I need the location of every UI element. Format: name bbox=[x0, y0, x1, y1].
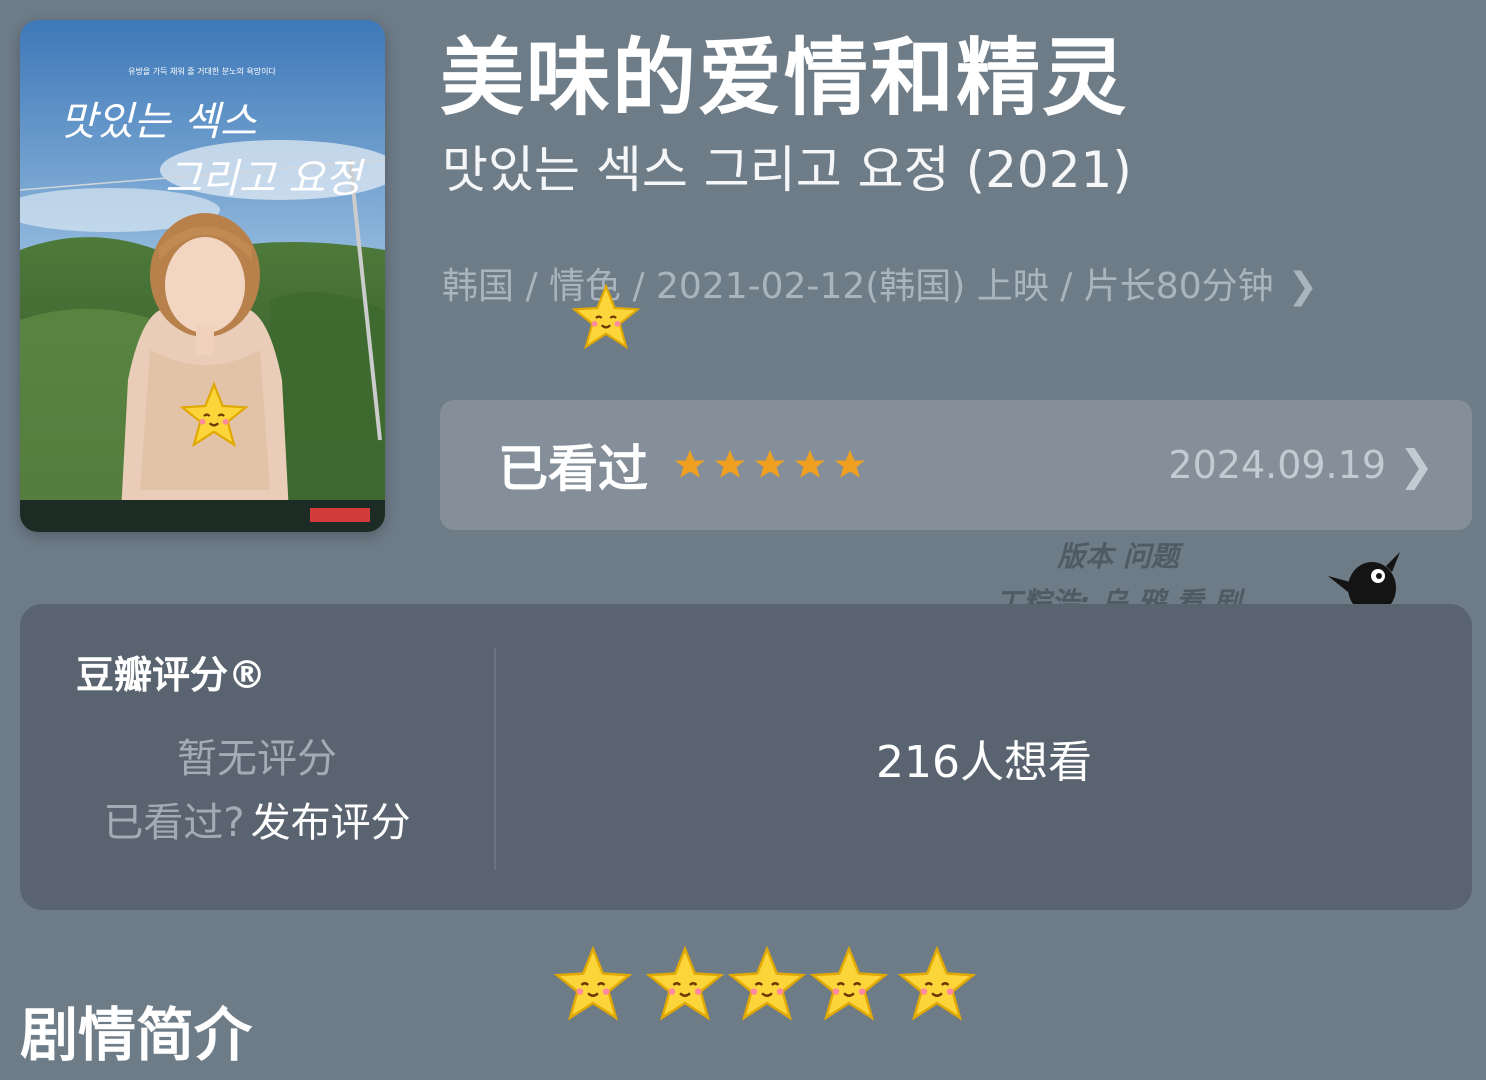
post-rating-row: 已看过? 发布评分 bbox=[20, 790, 494, 848]
star-icon bbox=[755, 450, 785, 478]
star-icon bbox=[795, 450, 825, 478]
star-face-sticker bbox=[809, 945, 889, 1021]
movie-title: 美味的爱情和精灵 bbox=[440, 29, 1129, 127]
watched-label: 已看过 bbox=[498, 440, 648, 498]
chevron-right-icon: ❯ bbox=[1287, 266, 1318, 307]
star-face-sticker bbox=[727, 945, 807, 1021]
watched-date: 2024.09.19 bbox=[1168, 443, 1386, 487]
watermark-line1: 版本 问题 bbox=[1057, 540, 1179, 573]
no-rating-text: 暂无评分 bbox=[177, 736, 337, 782]
watched-status-bar[interactable]: 已看过 2024.09.19 ❯ bbox=[440, 400, 1472, 530]
star-sticker-row bbox=[552, 944, 978, 1026]
movie-poster[interactable]: 유방을 가득 채워 줄 거대한 분노의 욕망이다 맛있는 섹스 그리고 요정 bbox=[20, 20, 385, 532]
star-icon bbox=[675, 450, 705, 478]
star-icon bbox=[835, 450, 865, 478]
rating-card: 豆瓣评分® 暂无评分 已看过? 发布评分 216人想看 bbox=[20, 604, 1472, 910]
wish-count[interactable]: 216人想看 bbox=[496, 726, 1472, 790]
watched-question: 已看过? bbox=[103, 800, 245, 846]
chevron-right-icon: ❯ bbox=[1398, 440, 1434, 490]
star-face-sticker bbox=[179, 381, 249, 448]
star-face-sticker bbox=[571, 283, 641, 350]
poster-title-line2: 그리고 요정 bbox=[165, 156, 366, 202]
synopsis-heading: 剧情简介 bbox=[20, 1001, 253, 1069]
star-icon bbox=[715, 450, 745, 478]
movie-original-title: 맛있는 섹스 그리고 요정 (2021) bbox=[442, 141, 1132, 199]
star-face-sticker bbox=[553, 945, 633, 1021]
user-star-rating bbox=[672, 447, 868, 483]
star-face-sticker bbox=[897, 945, 977, 1021]
post-rating-link[interactable]: 发布评分 bbox=[251, 800, 411, 846]
star-face-sticker bbox=[645, 945, 725, 1021]
movie-meta-text: 韩国 / 情色 / 2021-02-12(韩国) 上映 / 片长80分钟 bbox=[442, 266, 1274, 307]
poster-top-text: 유방을 가득 채워 줄 거대한 분노의 욕망이다 bbox=[128, 66, 276, 76]
poster-title-line1: 맛있는 섹스 bbox=[60, 99, 257, 145]
douban-rating-label: 豆瓣评分® bbox=[76, 653, 267, 697]
